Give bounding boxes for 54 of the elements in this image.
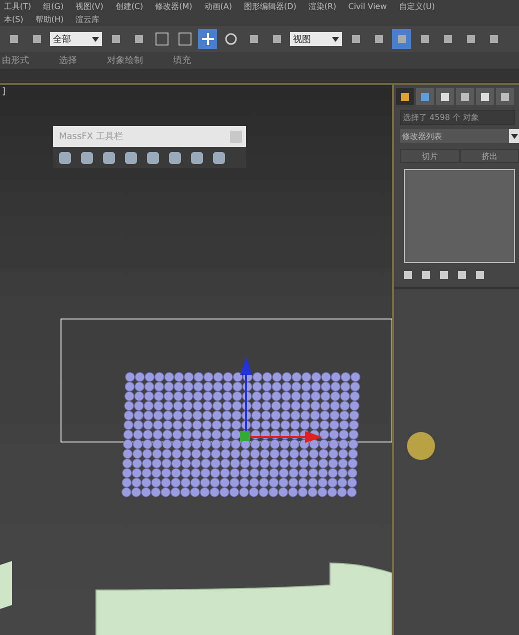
panel-tab[interactable] bbox=[496, 88, 514, 105]
menu-item[interactable]: 帮助(H) bbox=[35, 14, 64, 25]
menu-item[interactable]: 工具(T) bbox=[4, 1, 32, 12]
stack-tool-icon[interactable] bbox=[402, 269, 414, 281]
modifier-button[interactable]: 挤出 bbox=[460, 149, 519, 163]
move-button[interactable] bbox=[198, 29, 217, 49]
stack-tool-icon[interactable] bbox=[420, 269, 432, 281]
tool-icon[interactable] bbox=[189, 150, 205, 166]
dropdown[interactable]: 全部 bbox=[50, 32, 102, 46]
transform-gizmo-icon bbox=[240, 357, 322, 443]
menu-item[interactable]: 渲染(R) bbox=[308, 1, 336, 12]
cylinder-edge-drawing bbox=[0, 561, 12, 609]
square-outline-icon bbox=[154, 32, 168, 46]
menu-item[interactable]: 组(G) bbox=[43, 1, 64, 12]
tool-icon[interactable] bbox=[145, 150, 161, 166]
caret-icon bbox=[510, 134, 518, 138]
cursor-highlight-icon bbox=[407, 432, 435, 460]
menu-item[interactable]: 视图(V) bbox=[76, 1, 104, 12]
menu-item[interactable]: Civil View bbox=[348, 2, 387, 11]
tool-icon[interactable] bbox=[167, 150, 183, 166]
tool-icon[interactable] bbox=[79, 150, 95, 166]
modifier-button[interactable]: 切片 bbox=[400, 149, 460, 163]
circle-icon bbox=[224, 32, 238, 46]
toolbar-title: MassFX 工具栏 bbox=[59, 130, 123, 143]
ribbon-tab[interactable]: 选择 bbox=[59, 54, 77, 67]
viewport-label: ] bbox=[2, 87, 6, 97]
caret-icon bbox=[92, 36, 99, 42]
modifier-list-dropdown[interactable]: 修改器列表 bbox=[400, 129, 519, 143]
menu-item[interactable]: 自定义(U) bbox=[398, 1, 435, 12]
stack-tool-icon[interactable] bbox=[438, 269, 450, 281]
stack-tool-icon[interactable] bbox=[456, 269, 468, 281]
ribbon-tab[interactable]: 由形式 bbox=[2, 54, 29, 67]
caret-icon bbox=[332, 36, 339, 42]
panel-tab[interactable] bbox=[396, 88, 414, 105]
panel-tab[interactable] bbox=[436, 88, 454, 105]
tool-icon[interactable] bbox=[123, 150, 139, 166]
menu-item[interactable]: 渲云库 bbox=[76, 14, 100, 25]
tool-icon[interactable] bbox=[57, 150, 73, 166]
modifier-stack[interactable] bbox=[404, 169, 515, 263]
tool-icon[interactable] bbox=[211, 150, 227, 166]
menu-item[interactable]: 修改器(M) bbox=[155, 1, 192, 12]
square-outline-icon bbox=[178, 32, 192, 46]
menu-item[interactable]: 动画(A) bbox=[204, 1, 232, 12]
panel-tab[interactable] bbox=[476, 88, 494, 105]
object-name-field[interactable]: 选择了 4598 个 对象 bbox=[400, 110, 515, 125]
tool-icon[interactable] bbox=[101, 150, 117, 166]
stack-tool-icon[interactable] bbox=[474, 269, 486, 281]
menu-item[interactable]: 创建(C) bbox=[115, 1, 144, 12]
ribbon-tab[interactable]: 填充 bbox=[173, 54, 191, 67]
ribbon-tab[interactable]: 对象绘制 bbox=[107, 54, 143, 67]
panel-tab[interactable] bbox=[456, 88, 474, 105]
menu-item[interactable]: 图形编辑器(D) bbox=[244, 1, 296, 12]
dropdown[interactable]: 视图 bbox=[290, 32, 342, 46]
menu-item[interactable]: 本(S) bbox=[4, 14, 24, 25]
